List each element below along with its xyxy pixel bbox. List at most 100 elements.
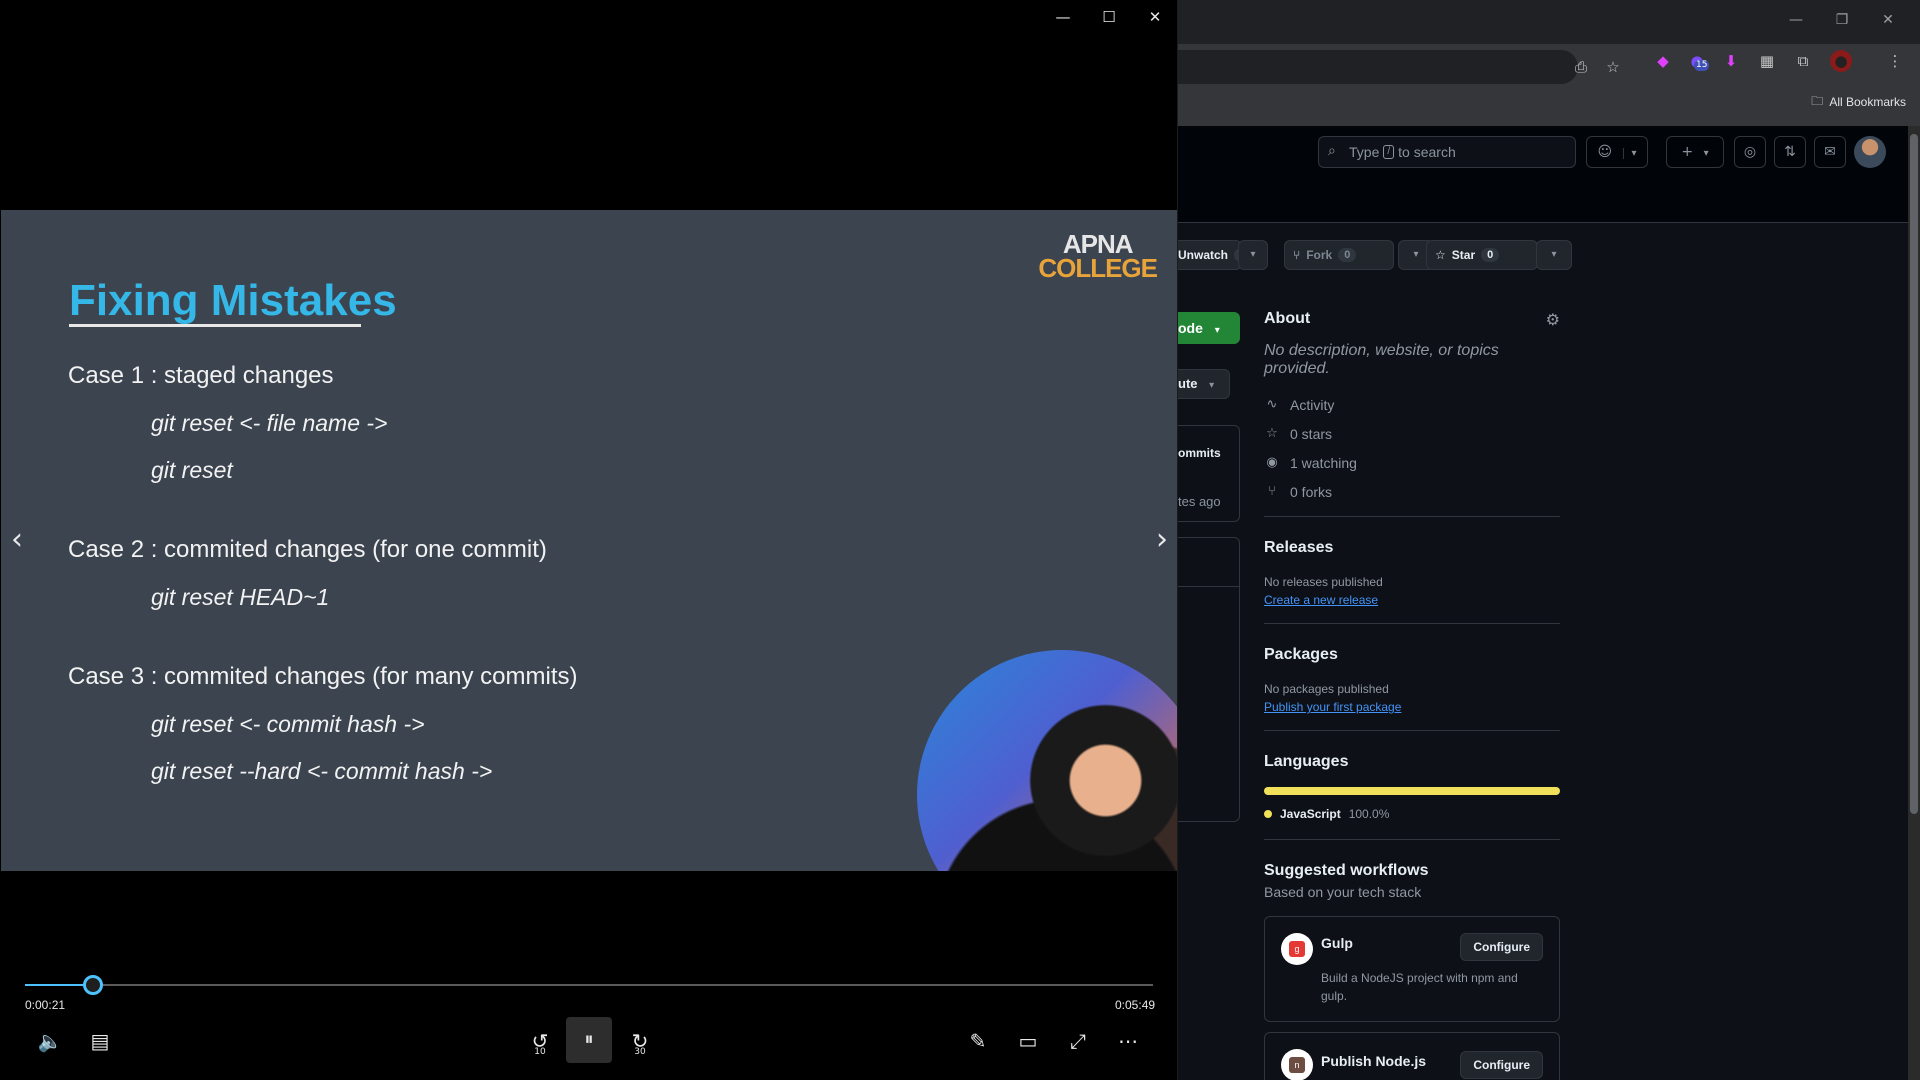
search-icon: ⌕ [1328,143,1336,159]
unwatch-button[interactable]: Unwatch 1 [1178,240,1253,270]
fullscreen-icon[interactable]: ⤢ [1058,1021,1098,1061]
workflow-card-gulp: g Gulp Configure Build a NodeJS project … [1264,916,1560,1022]
copilot-button[interactable]: ☺ ▾ [1586,136,1648,168]
github-search-input[interactable]: ⌕ Type / to search [1318,136,1576,168]
node-logo-icon: n [1281,1049,1313,1080]
seek-bar[interactable] [25,975,1153,995]
divider [1264,730,1560,731]
address-bar[interactable]: ⎙ ☆ [1178,50,1620,84]
elapsed-time: 0:00:21 [25,998,66,1012]
language-bar [1264,787,1560,795]
divider [1264,623,1560,624]
divider [1264,516,1560,517]
create-new-button[interactable]: + ▾ [1666,136,1724,168]
packages-heading[interactable]: Packages [1264,646,1560,664]
latest-commit-box: ommits tes ago [1178,425,1240,522]
extension-badge-icon[interactable]: 15● [1686,50,1710,72]
browser-close-button[interactable]: ✕ [1870,8,1906,32]
fork-button[interactable]: ⑂ Fork 0 [1284,240,1394,270]
gear-icon[interactable]: ⚙ [1546,310,1560,329]
skip-back-button[interactable]: ↺ 10 [520,1021,560,1061]
miniplayer-icon[interactable]: ▭ [1008,1021,1048,1061]
releases-heading[interactable]: Releases [1264,539,1560,557]
slide-title: Fixing Mistakes [69,276,397,325]
stat-watching[interactable]: ◉ 1 watching [1264,448,1560,477]
slide-case2: Case 2 : commited changes (for one commi… [68,536,547,563]
star-count: 0 [1481,248,1500,262]
extension-color-icon[interactable]: ◆ [1652,50,1674,72]
stat-label: 0 forks [1290,483,1333,500]
skip-forward-seconds: 30 [634,1047,646,1057]
workflow-card-node: n Publish Node.js Configure [1264,1032,1560,1080]
bookmark-star-icon[interactable]: ☆ [1602,56,1624,78]
captions-icon[interactable]: ▤ [80,1021,120,1061]
all-bookmarks[interactable]: 🗀 All Bookmarks [1811,90,1906,114]
language-percent: 100.0% [1348,807,1390,821]
extensions-puzzle-icon[interactable]: ⧉ [1792,50,1814,72]
star-button[interactable]: ☆ Star 0 [1426,240,1538,270]
next-arrow-icon[interactable]: › [1147,524,1177,556]
divider [1264,839,1560,840]
stat-activity[interactable]: ∿ Activity [1264,390,1560,419]
stat-forks[interactable]: ⑂ 0 forks [1264,477,1560,506]
contribute-button[interactable]: ute ▾ [1178,369,1230,399]
publish-package-link[interactable]: Publish your first package [1264,700,1560,714]
star-dropdown[interactable]: ▾ [1536,240,1572,270]
browser-titlebar: — ❐ ✕ [1178,0,1920,44]
unwatch-dropdown[interactable]: ▾ [1238,240,1268,270]
pen-icon[interactable]: ✎ [958,1021,998,1061]
inbox-icon[interactable]: ✉ [1814,136,1846,168]
download-extension-icon[interactable]: ⬇ [1720,50,1742,72]
workflow-description: Build a NodeJS project with npm and gulp… [1321,971,1518,1003]
commits-link[interactable]: ommits [1178,446,1221,460]
presenter-webcam [917,650,1177,871]
create-release-link[interactable]: Create a new release [1264,593,1560,607]
skip-forward-button[interactable]: ↻ 30 [620,1021,660,1061]
code-button[interactable]: ode ▾ [1178,312,1240,344]
volume-icon[interactable]: 🔈 [30,1021,70,1061]
issues-icon[interactable]: ◎ [1734,136,1766,168]
browser-minimize-button[interactable]: — [1778,8,1814,32]
folder-icon: 🗀 [1811,93,1824,108]
browser-restore-button[interactable]: ❐ [1824,8,1860,32]
player-close-button[interactable]: ✕ [1132,6,1178,28]
browser-menu-icon[interactable]: ⋮ [1884,50,1906,72]
previous-arrow-icon[interactable]: ‹ [2,524,32,556]
brand-line2: COLLEGE [1038,253,1158,283]
configure-button[interactable]: Configure [1460,933,1543,961]
more-options-icon[interactable]: ⋯ [1108,1021,1148,1061]
pause-button[interactable]: ⏸ [566,1017,612,1063]
workflows-heading: Suggested workflows [1264,862,1429,879]
configure-button[interactable]: Configure [1460,1051,1543,1079]
fork-icon: ⑂ [1293,248,1301,262]
fork-label: Fork [1306,248,1333,262]
profile-avatar-icon[interactable]: ● [1830,50,1852,72]
stat-stars[interactable]: ☆ 0 stars [1264,419,1560,448]
install-app-icon[interactable]: ⎙ [1570,56,1592,78]
fork-icon: ⑂ [1268,484,1276,499]
gulp-logo-icon: g [1281,933,1313,965]
video-frame[interactable]: APNA COLLEGE Fixing Mistakes Case 1 : st… [1,210,1177,871]
plus-icon: + [1681,144,1694,160]
pull-requests-icon[interactable]: ⇅ [1774,136,1806,168]
slide-command: git reset --hard <- commit hash -> [151,758,493,784]
extension-doc-icon[interactable]: ▦ [1756,50,1778,72]
pulse-icon: ∿ [1266,397,1278,412]
unwatch-label: Unwatch [1178,248,1229,262]
contribute-label: ute [1178,376,1198,391]
languages-heading: Languages [1264,753,1349,770]
page-scrollbar[interactable] [1908,126,1920,1080]
player-minimize-button[interactable]: — [1040,6,1086,28]
player-maximize-button[interactable]: ☐ [1086,6,1132,28]
extension-badge-count: 15 [1694,60,1710,71]
language-name: JavaScript [1280,807,1341,821]
about-description: No description, website, or topics provi… [1264,342,1499,377]
packages-empty: No packages published [1264,682,1389,696]
chevron-down-icon: ▾ [1214,325,1220,336]
user-avatar[interactable] [1854,136,1886,168]
seek-thumb[interactable] [82,975,103,995]
slide-case1: Case 1 : staged changes [68,362,334,389]
language-item[interactable]: JavaScript 100.0% [1264,807,1560,821]
scrollbar-thumb[interactable] [1910,134,1918,814]
github-header: ⌕ Type / to search ☺ ▾ + ▾ ◎ ⇅ ✉ [1178,126,1908,223]
